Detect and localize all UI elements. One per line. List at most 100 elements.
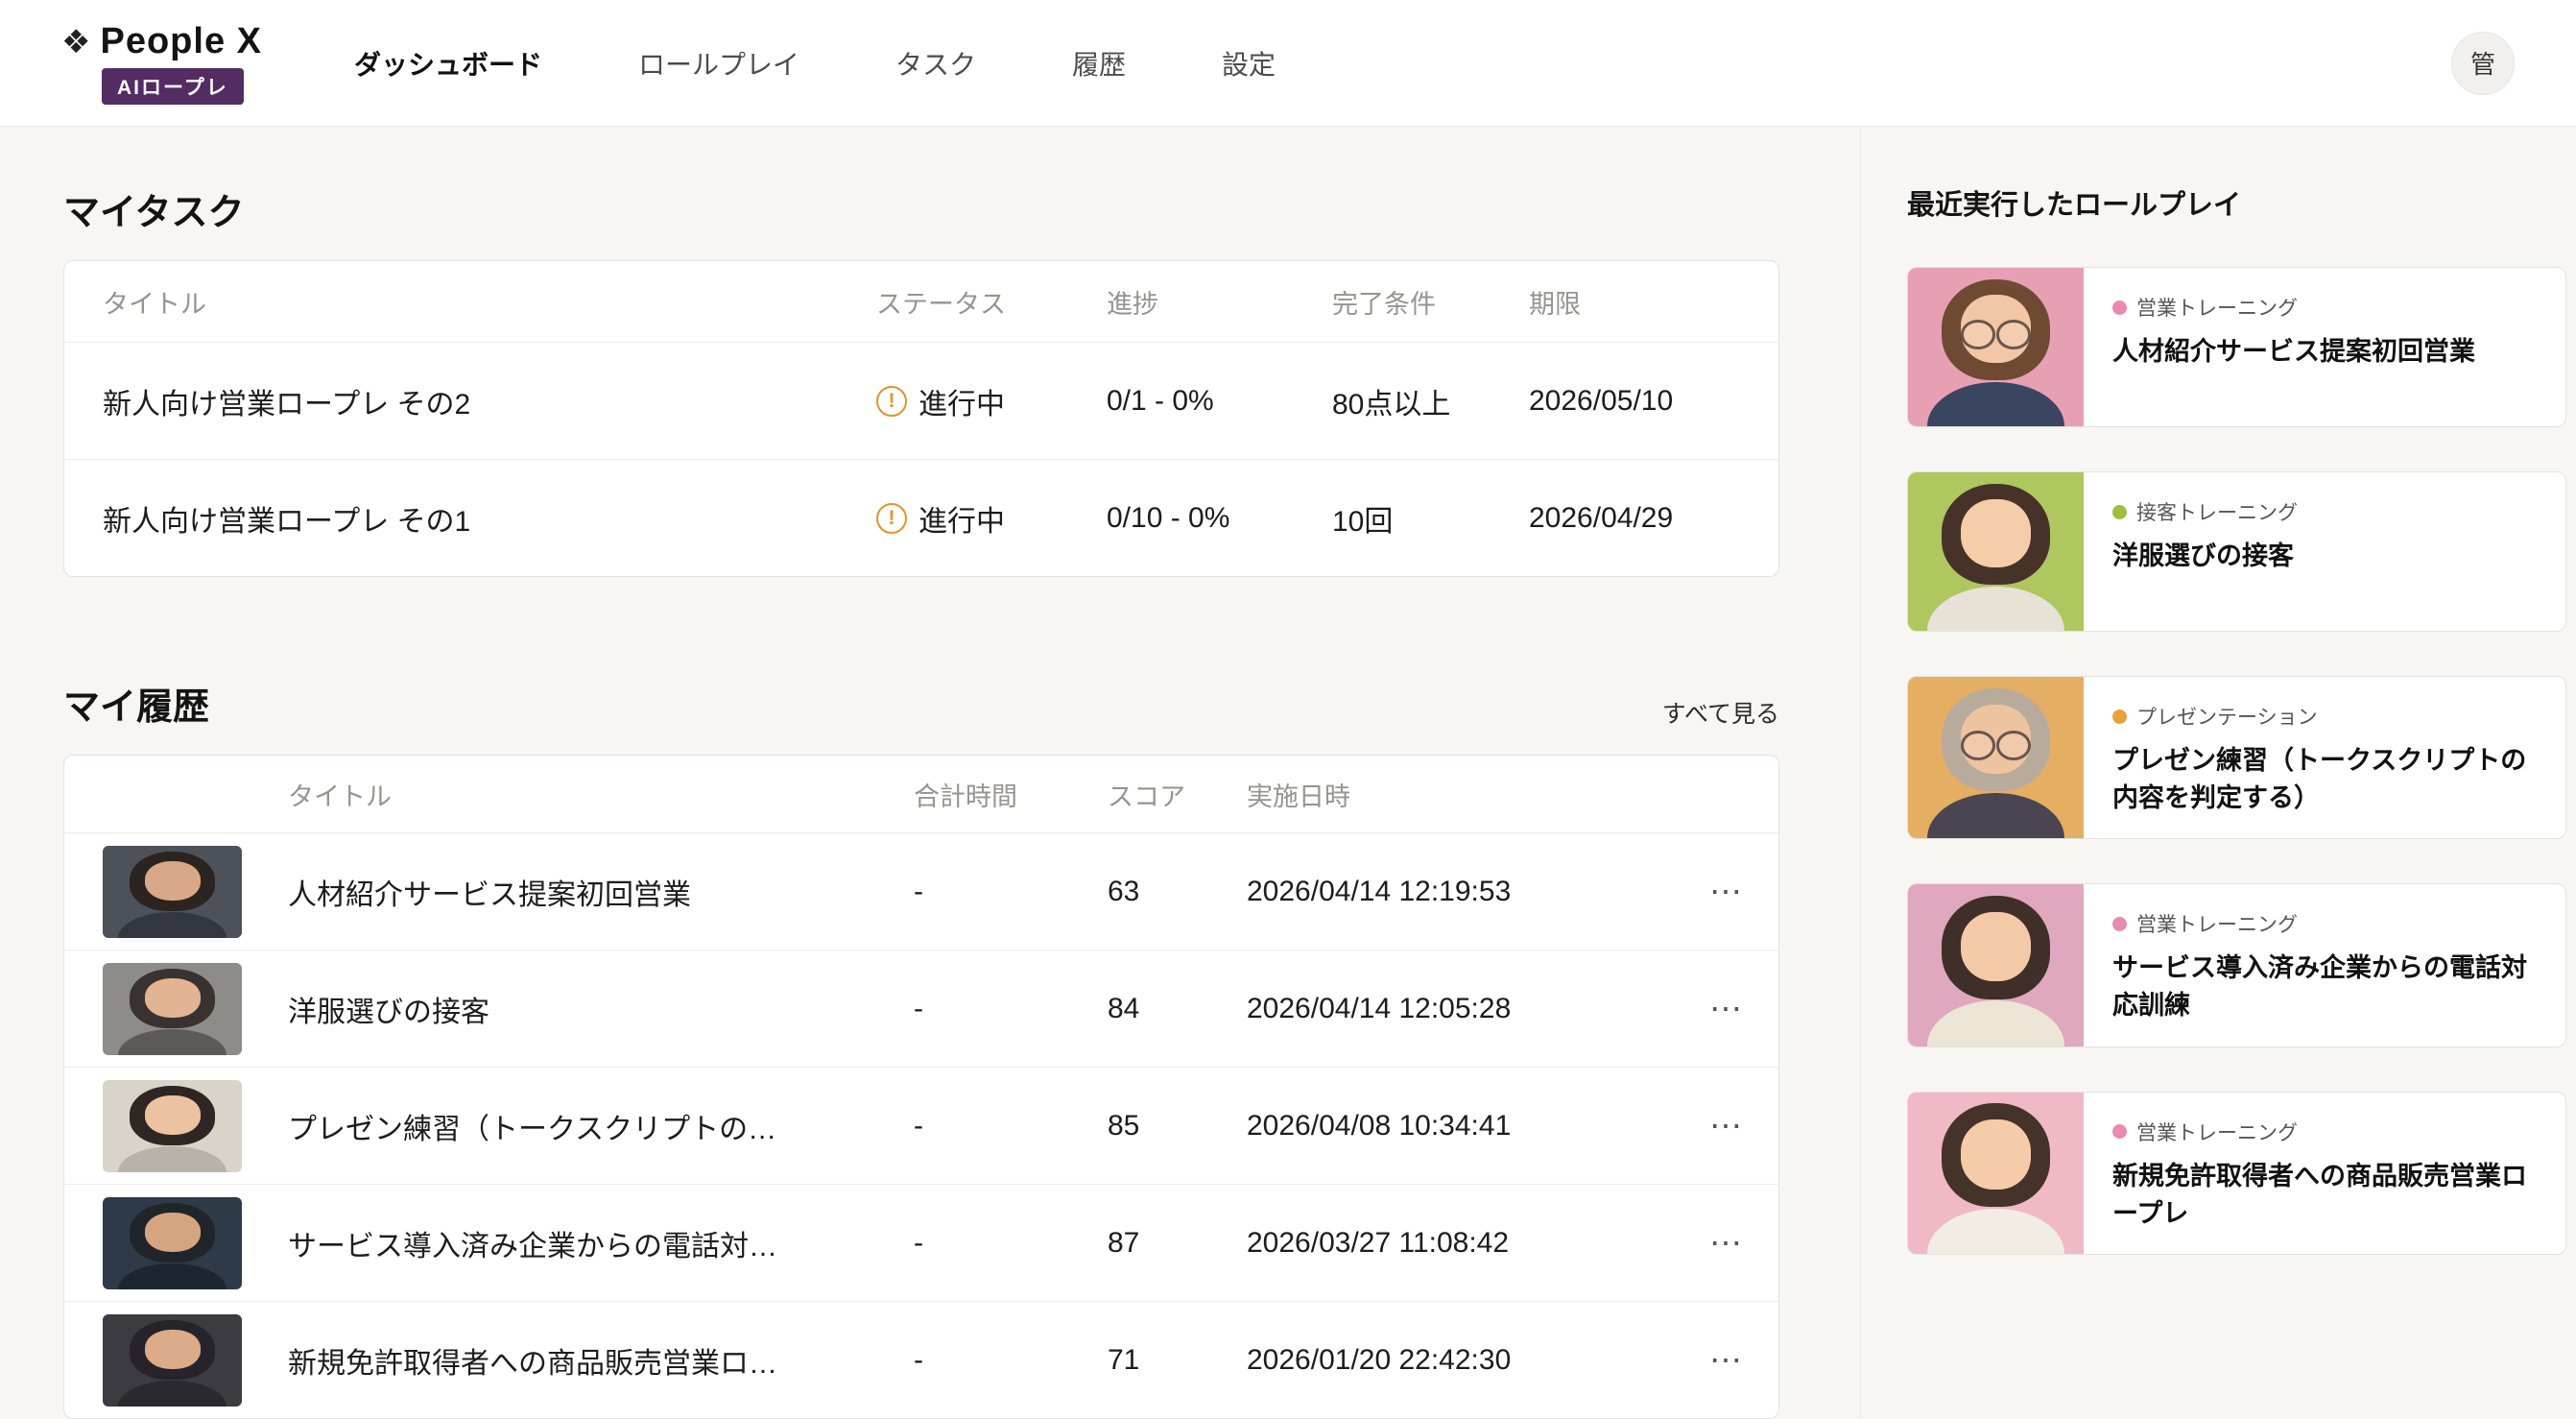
my-history-table: タイトル 合計時間 スコア 実施日時 人材紹介サービス提案初回営業 - 63 2… (63, 755, 1779, 1419)
roleplay-category: 営業トレーニング (2112, 909, 2537, 938)
person-body (1927, 793, 2064, 838)
history-title: 人材紹介サービス提案初回営業 (288, 871, 914, 913)
category-dot-icon (2112, 917, 2127, 931)
brand-badge: AIロープレ (102, 68, 244, 105)
person-body (118, 1263, 227, 1289)
task-progress: 0/1 - 0% (1107, 385, 1332, 418)
category-dot-icon (2112, 1124, 2127, 1139)
roleplay-avatar (1908, 472, 2084, 631)
history-col-score: スコア (1108, 776, 1247, 813)
nav-item-history[interactable]: 履歴 (1072, 44, 1126, 83)
history-thumb-cell (64, 963, 288, 1055)
history-thumbnail (103, 1314, 242, 1407)
task-due: 2026/05/10 (1529, 385, 1778, 418)
task-row[interactable]: 新人向け営業ロープレ その2 ! 進行中 0/1 - 0% 80点以上 2026… (64, 342, 1778, 459)
roleplay-card-title: 洋服選びの接客 (2112, 538, 2537, 575)
nav-item-tasks[interactable]: タスク (895, 44, 976, 83)
roleplay-card[interactable]: 営業トレーニング 新規免許取得者への商品販売営業ロープレ (1907, 1092, 2566, 1255)
history-thumbnail (103, 1080, 242, 1172)
history-score: 71 (1108, 1344, 1247, 1377)
nav-item-settings[interactable]: 設定 (1222, 44, 1276, 83)
person-body (1927, 587, 2064, 631)
person-face (145, 1095, 201, 1135)
tasks-col-title: タイトル (64, 283, 876, 321)
roleplay-card[interactable]: 営業トレーニング 人材紹介サービス提案初回営業 (1907, 267, 2566, 427)
history-total-time: - (914, 1344, 1108, 1377)
history-row[interactable]: 新規免許取得者への商品販売営業ロ… - 71 2026/01/20 22:42:… (64, 1301, 1778, 1418)
history-score: 87 (1108, 1227, 1247, 1260)
roleplay-card-title: 人材紹介サービス提案初回営業 (2112, 333, 2537, 371)
roleplay-avatar (1908, 884, 2084, 1046)
history-date: 2026/01/20 22:42:30 (1247, 1344, 1673, 1377)
tasks-header-row: タイトル ステータス 進捗 完了条件 期限 (64, 261, 1778, 342)
person-body (118, 912, 227, 938)
user-avatar[interactable]: 管 (2451, 32, 2515, 95)
status-alert-icon: ! (876, 503, 907, 534)
recent-roleplay-title: 最近実行したロールプレイ (1907, 182, 2566, 223)
roleplay-card-title: プレゼン練習（トークスクリプトの内容を判定する） (2112, 742, 2537, 817)
main-column: マイタスク タイトル ステータス 進捗 完了条件 期限 新人向け営業ロープレ そ… (0, 127, 1860, 1417)
tasks-col-progress: 進捗 (1107, 283, 1332, 321)
glasses-icon (1959, 731, 2033, 755)
row-menu-button[interactable]: ⋯ (1700, 1221, 1752, 1265)
brand-diamond-icon: ❖ (61, 26, 90, 59)
history-col-title: タイトル (288, 776, 914, 813)
history-total-time: - (914, 876, 1108, 908)
person-face (145, 978, 201, 1018)
history-row[interactable]: プレゼン練習（トークスクリプトの… - 85 2026/04/08 10:34:… (64, 1067, 1778, 1184)
roleplay-card[interactable]: 接客トレーニング 洋服選びの接客 (1907, 471, 2566, 632)
status-alert-icon: ! (876, 386, 907, 417)
row-menu-button[interactable]: ⋯ (1700, 870, 1752, 914)
history-date: 2026/04/14 12:05:28 (1247, 993, 1673, 1025)
roleplay-card[interactable]: 営業トレーニング サービス導入済み企業からの電話対応訓練 (1907, 883, 2566, 1046)
person-face (145, 1213, 201, 1252)
category-dot-icon (2112, 505, 2127, 519)
task-row[interactable]: 新人向け営業ロープレ その1 ! 進行中 0/10 - 0% 10回 2026/… (64, 459, 1778, 576)
history-thumb-cell (64, 1080, 288, 1172)
history-col-date: 実施日時 (1247, 776, 1673, 813)
history-total-time: - (914, 1227, 1108, 1260)
history-title: プレゼン練習（トークスクリプトの… (288, 1105, 914, 1147)
history-row[interactable]: 洋服選びの接客 - 84 2026/04/14 12:05:28 ⋯ (64, 950, 1778, 1067)
my-tasks-title: マイタスク (63, 182, 1779, 235)
task-title: 新人向け営業ロープレ その2 (64, 380, 876, 422)
category-dot-icon (2112, 301, 2127, 315)
row-menu-button[interactable]: ⋯ (1700, 1104, 1752, 1148)
task-status: ! 進行中 (876, 380, 1107, 422)
roleplay-card[interactable]: プレゼンテーション プレゼン練習（トークスクリプトの内容を判定する） (1907, 676, 2566, 839)
history-title: サービス導入済み企業からの電話対… (288, 1222, 914, 1264)
row-menu-button[interactable]: ⋯ (1700, 1338, 1752, 1383)
nav-item-dashboard[interactable]: ダッシュボード (354, 44, 542, 83)
roleplay-category: 接客トレーニング (2112, 497, 2537, 526)
person-face (1961, 499, 2031, 567)
history-thumb-cell (64, 1197, 288, 1289)
history-total-time: - (914, 1110, 1108, 1142)
recent-roleplay-sidebar: 最近実行したロールプレイ 営業トレーニング 人材紹介サービス提案初回営業 (1860, 127, 2576, 1417)
history-row[interactable]: 人材紹介サービス提案初回営業 - 63 2026/04/14 12:19:53 … (64, 832, 1778, 950)
history-row[interactable]: サービス導入済み企業からの電話対… - 87 2026/03/27 11:08:… (64, 1184, 1778, 1301)
history-thumbnail (103, 963, 242, 1055)
my-history-header: マイ履歴 すべて見る (63, 677, 1779, 730)
brand-name: People X (100, 21, 262, 62)
history-score: 85 (1108, 1110, 1247, 1142)
task-status-label: 進行中 (918, 497, 1005, 540)
nav-item-roleplay[interactable]: ロールプレイ (638, 44, 799, 83)
roleplay-category-label: 営業トレーニング (2136, 293, 2298, 322)
row-menu-button[interactable]: ⋯ (1700, 987, 1752, 1031)
task-condition: 10回 (1332, 497, 1529, 540)
task-status-label: 進行中 (918, 380, 1005, 422)
brand-logo[interactable]: ❖ People X AIロープレ (61, 21, 262, 105)
view-all-link[interactable]: すべて見る (1662, 695, 1779, 730)
person-body (118, 1146, 227, 1172)
history-score: 63 (1108, 876, 1247, 908)
person-face (145, 1330, 201, 1369)
roleplay-avatar (1908, 268, 2084, 426)
roleplay-card-title: 新規免許取得者への商品販売営業ロープレ (2112, 1158, 2537, 1233)
roleplay-avatar (1908, 1093, 2084, 1254)
history-date: 2026/04/14 12:19:53 (1247, 876, 1673, 908)
history-title: 洋服選びの接客 (288, 988, 914, 1030)
roleplay-category: 営業トレーニング (2112, 1118, 2537, 1146)
roleplay-category-label: プレゼンテーション (2136, 702, 2318, 731)
my-tasks-table: タイトル ステータス 進捗 完了条件 期限 新人向け営業ロープレ その2 ! 進… (63, 260, 1779, 577)
history-thumbnail (103, 846, 242, 938)
